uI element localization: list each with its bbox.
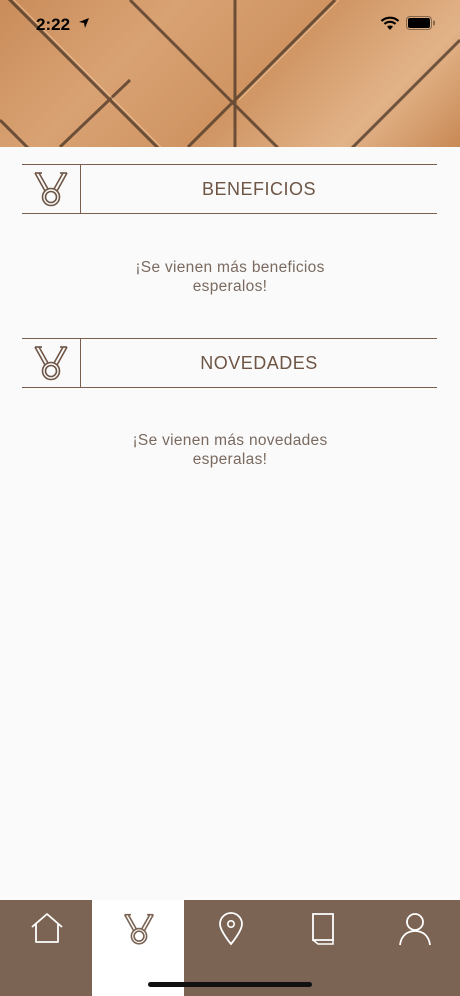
news-title: NOVEDADES [200,353,318,373]
news-empty-message: ¡Se vienen más novedades esperalas! [0,431,460,469]
home-indicator [148,982,312,987]
benefits-message-line1: ¡Se vienen más beneficios [135,259,325,276]
benefits-message-line2: esperalos! [192,278,268,295]
tab-profile[interactable] [368,900,460,996]
status-bar: 2:22 [0,0,460,50]
benefits-empty-message: ¡Se vienen más beneficios esperalos! [0,258,460,296]
medal-icon [34,172,68,207]
tab-home[interactable] [0,900,92,996]
news-message-line1: ¡Se vienen más novedades [132,432,328,449]
home-icon [31,913,63,943]
news-icon-box [22,339,81,387]
news-header: NOVEDADES [22,338,437,388]
user-icon [399,913,431,946]
wifi-icon [380,16,400,30]
benefits-title: BENEFICIOS [201,179,317,199]
battery-icon [406,16,435,30]
news-message-line2: esperalas! [192,451,268,468]
medal-icon [34,346,68,381]
benefits-icon-box [22,165,81,213]
location-arrow-icon [79,18,89,28]
status-time: 2:22 [36,15,71,34]
book-icon [312,913,334,945]
location-pin-icon [219,912,243,946]
medal-icon [123,913,155,945]
benefits-header: BENEFICIOS [22,164,437,214]
